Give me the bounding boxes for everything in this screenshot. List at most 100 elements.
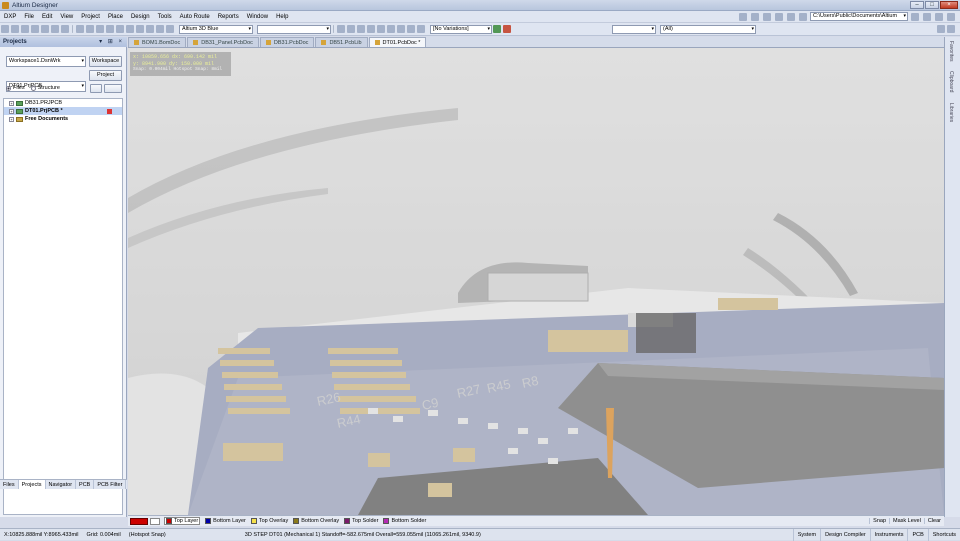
panel-tab-projects[interactable]: Projects: [18, 480, 46, 489]
copy-icon[interactable]: [86, 25, 94, 33]
print-icon[interactable]: [31, 25, 39, 33]
mask-level-button[interactable]: Mask Level: [889, 518, 924, 524]
component-icon[interactable]: [417, 25, 425, 33]
menu-edit[interactable]: Edit: [38, 11, 56, 23]
layer-tab-top-solder[interactable]: Top Solder: [344, 518, 378, 524]
zoom-fit-icon[interactable]: [41, 25, 49, 33]
undo-icon[interactable]: [136, 25, 144, 33]
menu-project[interactable]: Project: [77, 11, 104, 23]
panel-tab-pcb[interactable]: PCB: [76, 480, 95, 489]
move-icon[interactable]: [116, 25, 124, 33]
menu-view[interactable]: View: [56, 11, 77, 23]
variations-combo[interactable]: [No Variations]: [430, 24, 492, 34]
clipboard-tab[interactable]: Clipboard: [948, 71, 954, 92]
paste-icon[interactable]: [96, 25, 104, 33]
view-config-combo[interactable]: Altium 3D Blue: [179, 24, 253, 34]
check-icon[interactable]: [937, 25, 945, 33]
zoom-area-icon[interactable]: [51, 25, 59, 33]
save-icon[interactable]: [21, 25, 29, 33]
menu-place[interactable]: Place: [104, 11, 127, 23]
clear-button[interactable]: Clear: [923, 518, 944, 524]
go-icon[interactable]: [947, 12, 955, 21]
workspace-button[interactable]: Workspace: [89, 56, 122, 67]
expand-icon[interactable]: +: [9, 116, 14, 122]
project-button[interactable]: Project: [89, 70, 122, 81]
panel-tab-pcb-filter[interactable]: PCB Filter: [94, 480, 127, 489]
arc-icon[interactable]: [377, 25, 385, 33]
bookmark-icon[interactable]: [763, 12, 771, 21]
snap-button[interactable]: Snap: [869, 518, 889, 524]
doc-tab-db31-panel[interactable]: DB31_Panel.PcbDoc: [187, 37, 259, 47]
layer-tab-bottom-solder[interactable]: Bottom Solder: [383, 518, 426, 524]
pcb-button[interactable]: PCB: [907, 528, 927, 541]
settings-icon[interactable]: [947, 25, 955, 33]
compile-icon[interactable]: [751, 12, 759, 21]
tree-item-dt01[interactable]: + DT01.PrjPCB *: [4, 107, 122, 115]
polygon-icon[interactable]: [397, 25, 405, 33]
panel-controls[interactable]: ▾ ⊞ ×: [99, 37, 124, 47]
new-icon[interactable]: [1, 25, 9, 33]
favorites-tab[interactable]: Favorites: [948, 41, 954, 62]
expand-icon[interactable]: +: [9, 100, 14, 106]
pcb-3d-view[interactable]: R26 R44 C9 R27 R45 R8 x: 10859.656 dx: 6…: [128, 48, 944, 515]
zoom-selected-icon[interactable]: [61, 25, 69, 33]
files-radio[interactable]: [6, 85, 11, 91]
redo-icon[interactable]: [146, 25, 154, 33]
menu-help[interactable]: Help: [272, 11, 292, 23]
select-area-icon[interactable]: [106, 25, 114, 33]
build-icon[interactable]: [739, 12, 747, 21]
home-icon[interactable]: [935, 12, 943, 21]
menu-auto-route[interactable]: Auto Route: [176, 11, 214, 23]
menu-design[interactable]: Design: [127, 11, 154, 23]
open-icon[interactable]: [11, 25, 19, 33]
doc-tab-bom1[interactable]: BOM1.BomDoc: [128, 37, 187, 47]
panel-tab-files[interactable]: Files: [0, 480, 19, 489]
layer-set-icon[interactable]: [150, 517, 160, 525]
layout-icon[interactable]: [787, 12, 795, 21]
instruments-button[interactable]: Instruments: [869, 528, 908, 541]
rule-check-icon[interactable]: [166, 25, 174, 33]
layer-tab-bottom[interactable]: Bottom Layer: [205, 518, 246, 524]
workspace-combo[interactable]: Workspace1.DsnWrk: [6, 56, 86, 67]
doc-tab-dt01[interactable]: DT01.PcbDoc *: [368, 37, 427, 47]
system-button[interactable]: System: [792, 528, 820, 541]
grid-icon[interactable]: [799, 12, 807, 21]
shortcuts-button[interactable]: Shortcuts: [927, 528, 960, 541]
libraries-tab[interactable]: Libraries: [948, 103, 954, 122]
path-combo[interactable]: C:\Users\Public\Documents\Altium: [810, 12, 908, 21]
deselect-icon[interactable]: [126, 25, 134, 33]
layer-combo[interactable]: [612, 24, 656, 34]
design-compiler-button[interactable]: Design Compiler: [820, 528, 870, 541]
cut-icon[interactable]: [76, 25, 84, 33]
variant-icon[interactable]: [493, 25, 501, 33]
menu-window[interactable]: Window: [243, 11, 272, 23]
tree-item-free-documents[interactable]: + Free Documents: [4, 115, 122, 123]
via-icon[interactable]: [367, 25, 375, 33]
layer-tab-top[interactable]: Top Layer: [164, 517, 201, 525]
current-layer-swatch[interactable]: [130, 517, 148, 525]
doc-tab-db51[interactable]: DB51.PcbLib: [315, 37, 368, 47]
forward-icon[interactable]: [923, 12, 931, 21]
string-icon[interactable]: [407, 25, 415, 33]
back-icon[interactable]: [911, 12, 919, 21]
filter-combo[interactable]: (All): [660, 24, 756, 34]
history-icon[interactable]: [775, 12, 783, 21]
layer-tab-bottom-overlay[interactable]: Bottom Overlay: [293, 518, 339, 524]
clear-variant-icon[interactable]: [503, 25, 511, 33]
interactive-route-icon[interactable]: [347, 25, 355, 33]
doc-tab-db31[interactable]: DB31.PcbDoc: [259, 37, 315, 47]
layer-tab-top-overlay[interactable]: Top Overlay: [250, 518, 288, 524]
menu-file[interactable]: File: [20, 11, 38, 23]
highlight-icon[interactable]: [156, 25, 164, 33]
tree-item-db31[interactable]: + DB31.PRJPCB: [4, 99, 122, 107]
menu-dxp[interactable]: DXP: [0, 11, 20, 23]
minimize-button[interactable]: –: [910, 1, 924, 9]
panel-tab-navigator[interactable]: Navigator: [46, 480, 77, 489]
pad-icon[interactable]: [357, 25, 365, 33]
panel-menu-icon[interactable]: [104, 84, 122, 93]
close-button[interactable]: ×: [940, 1, 958, 9]
route-icon[interactable]: [337, 25, 345, 33]
blank-combo[interactable]: [257, 24, 331, 34]
menu-reports[interactable]: Reports: [214, 11, 243, 23]
expand-icon[interactable]: +: [9, 108, 14, 114]
